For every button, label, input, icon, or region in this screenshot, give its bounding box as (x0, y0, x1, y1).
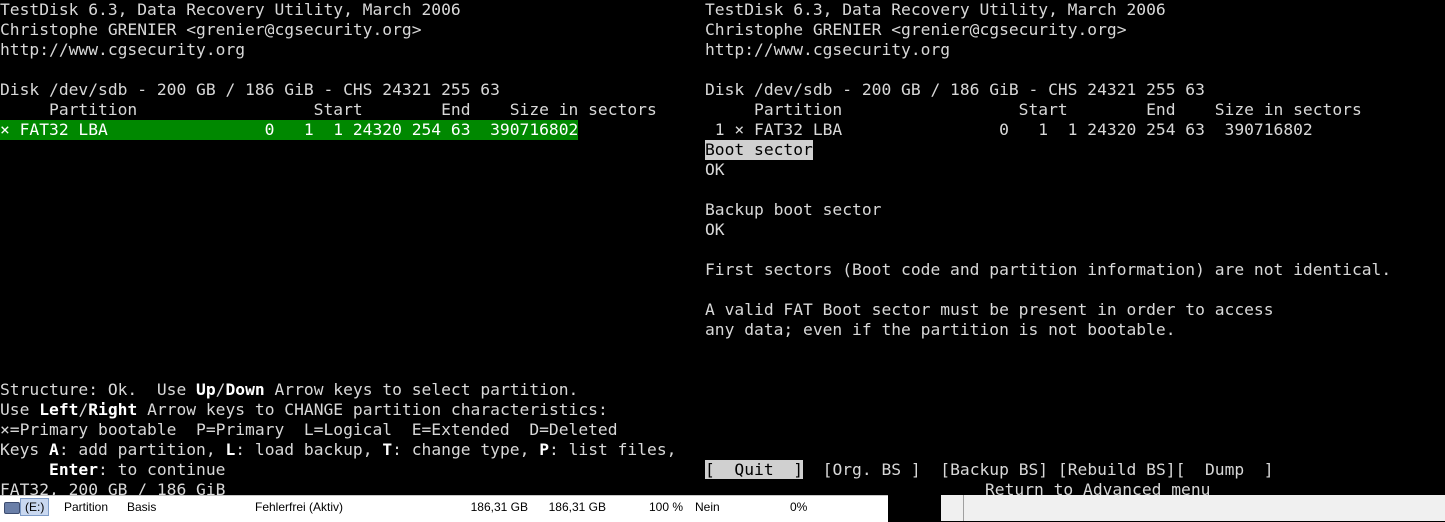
panel-divider (963, 495, 964, 521)
partition-table-header: Partition Start End Size in sectors (705, 100, 1362, 119)
author-line: Christophe GRENIER <grenier@cgsecurity.o… (705, 20, 1127, 39)
boot-sector-status: OK (705, 160, 725, 179)
help-line-enter: Enter: to continue (49, 460, 226, 479)
app-title: TestDisk 6.3, Data Recovery Utility, Mar… (0, 0, 461, 19)
valid-fat-message-1: A valid FAT Boot sector must be present … (705, 300, 1274, 319)
partition-row-selected[interactable]: × FAT32 LBA 0 1 1 24320 254 63 390716802 (0, 120, 579, 140)
disk-info: Disk /dev/sdb - 200 GB / 186 GiB - CHS 2… (0, 80, 500, 99)
screen-gap (888, 495, 941, 521)
dump-button[interactable]: [ Dump ] (1176, 460, 1274, 479)
rebuild-bs-button[interactable]: [Rebuild BS] (1058, 460, 1176, 479)
partition-table-header: Partition Start End Size in sectors (0, 100, 657, 119)
drive-letter[interactable]: (E:) (20, 498, 50, 516)
disk-management-row[interactable]: (E:) Partition Basis Fehlerfrei (Aktiv) … (0, 495, 888, 522)
help-line-structure: Structure: Ok. Use Up/Down Arrow keys to… (0, 380, 579, 399)
key-t: T (382, 440, 393, 459)
type-cell: Basis (127, 500, 157, 514)
backup-boot-status: OK (705, 220, 725, 239)
app-title: TestDisk 6.3, Data Recovery Utility, Mar… (705, 0, 1166, 19)
disk-info: Disk /dev/sdb - 200 GB / 186 GiB - CHS 2… (705, 80, 1205, 99)
org-bs-button[interactable]: [Org. BS ] (823, 460, 921, 479)
first-sectors-message: First sectors (Boot code and partition i… (705, 260, 1392, 279)
return-hint: Return to Advanced menu (985, 480, 1211, 495)
website-line: http://www.cgsecurity.org (0, 40, 246, 59)
capacity-cell: 186,31 GB (470, 500, 528, 514)
drive-icon (4, 502, 20, 514)
free-space-cell: 186,31 GB (548, 500, 606, 514)
partition-row: 1 × FAT32 LBA 0 1 1 24320 254 63 3907168… (705, 120, 1313, 139)
testdisk-partition-window: TestDisk 6.3, Data Recovery Utility, Mar… (0, 0, 700, 495)
overhead-cell: 0% (790, 500, 808, 514)
backup-bs-button[interactable]: [Backup BS] (940, 460, 1048, 479)
key-up: Up (196, 380, 216, 399)
author-line: Christophe GRENIER <grenier@cgsecurity.o… (0, 20, 422, 39)
key-right: Right (88, 400, 138, 419)
partition-status-line: FAT32, 200 GB / 186 GiB (0, 480, 226, 495)
boot-sector-heading: Boot sector (705, 140, 813, 160)
backup-boot-heading: Backup boot sector (705, 200, 882, 219)
status-cell: Fehlerfrei (Aktiv) (255, 500, 344, 514)
quit-button[interactable]: [ Quit ] (705, 460, 804, 479)
side-panel (941, 495, 1445, 521)
key-l: L (225, 440, 236, 459)
key-enter: Enter (49, 460, 99, 479)
fault-tolerance-cell: Nein (695, 500, 720, 514)
key-p: P (539, 440, 549, 459)
key-left: Left (39, 400, 79, 419)
help-line-legend: ×=Primary bootable P=Primary L=Logical E… (0, 420, 618, 439)
key-a: A (49, 440, 59, 459)
testdisk-boot-window: TestDisk 6.3, Data Recovery Utility, Mar… (705, 0, 1445, 495)
help-line-keys: Keys A: add partition, L: load backup, T… (0, 440, 677, 459)
percent-free-cell: 100 % (648, 500, 683, 514)
valid-fat-message-2: any data; even if the partition is not b… (705, 320, 1176, 339)
website-line: http://www.cgsecurity.org (705, 40, 951, 59)
boot-menu: [ Quit ] [Org. BS ] [Backup BS] [Rebuild… (705, 460, 1274, 480)
key-down: Down (225, 380, 265, 399)
layout-cell: Partition (64, 500, 109, 514)
help-line-change: Use Left/Right Arrow keys to CHANGE part… (0, 400, 608, 419)
